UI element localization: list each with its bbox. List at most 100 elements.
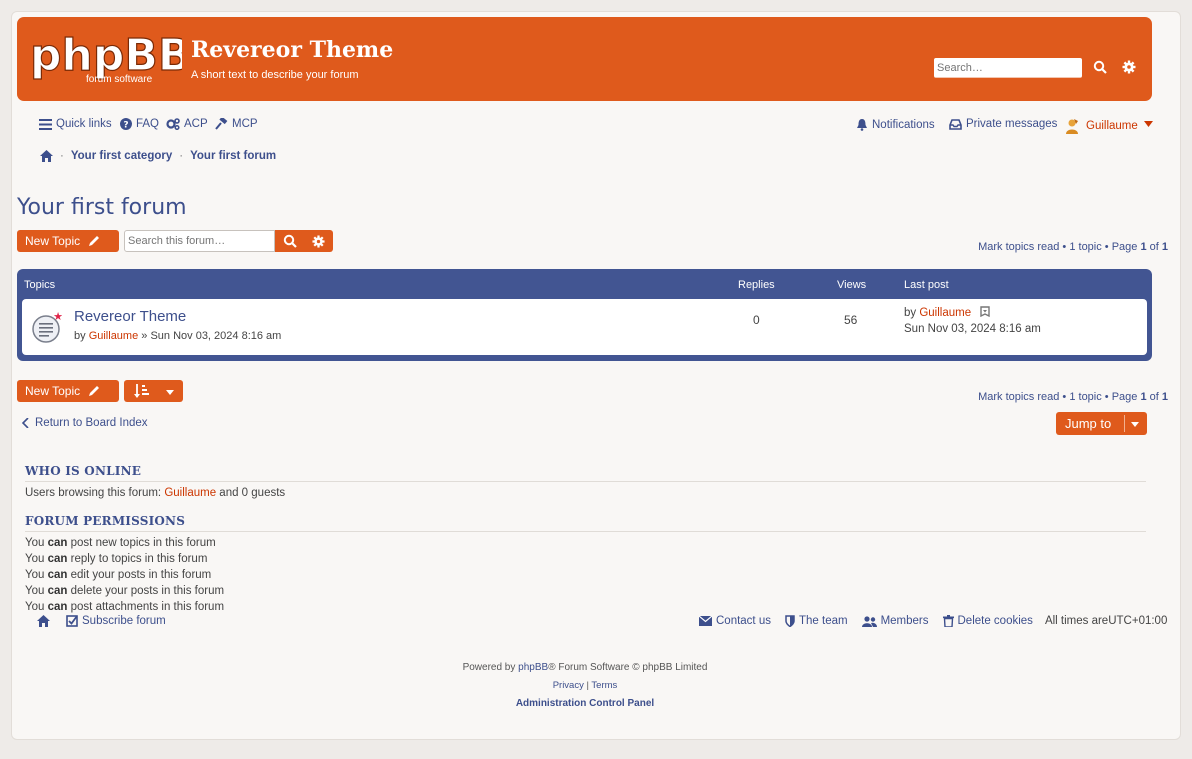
new-topic-button-bottom[interactable]: New Topic [17, 380, 119, 402]
divider [25, 481, 1146, 482]
times-prefix: All times are [1044, 615, 1109, 627]
delete-cookies-link[interactable]: Delete cookies [958, 615, 1033, 627]
search-icon[interactable] [1093, 60, 1107, 74]
topic-views: 56 [844, 313, 858, 327]
user-menu[interactable]: Guillaume [1064, 118, 1153, 134]
last-post-author-link[interactable]: Guillaume [919, 307, 971, 319]
permission-line: You can edit your posts in this forum [25, 569, 212, 581]
caret-down-icon [166, 390, 174, 395]
privacy-link[interactable]: Privacy [553, 680, 584, 691]
legal-links: Privacy | Terms [0, 680, 1170, 691]
page-title[interactable]: Your first forum [17, 195, 187, 220]
breadcrumb: · Your first category · Your first forum [27, 150, 276, 162]
advanced-search-gear-icon[interactable] [1122, 60, 1136, 74]
header-replies: Replies [738, 279, 775, 291]
permission-line: You can post new topics in this forum [25, 537, 216, 549]
the-team-link[interactable]: The team [799, 615, 848, 627]
forum-search-button[interactable] [275, 230, 304, 252]
permission-line: You can delete your posts in this forum [25, 585, 225, 597]
powered-prefix: Powered by [462, 662, 519, 673]
pagination-text[interactable]: Mark topics read • 1 topic • Page [978, 241, 1140, 253]
header-topics: Topics [24, 279, 56, 291]
topic-unread-icon: ★ [32, 311, 62, 343]
svg-text:?: ? [123, 121, 128, 131]
online-user-link[interactable]: Guillaume [164, 487, 216, 499]
topic-author-link[interactable]: Guillaume [89, 330, 139, 342]
powered-suffix: ® Forum Software © phpBB Limited [548, 662, 708, 673]
jump-to-label: Jump to [1065, 416, 1112, 431]
timezone-value: UTC+01:00 [1108, 615, 1168, 627]
online-suffix: and 0 guests [216, 487, 286, 499]
jump-divider [1124, 415, 1125, 432]
svg-text:★: ★ [53, 311, 62, 323]
faq-label: FAQ [136, 118, 160, 130]
pencil-icon [89, 386, 100, 396]
gear-icon [312, 234, 325, 248]
acp-link[interactable]: ACP [166, 118, 208, 130]
pagination-bottom: Mark topics read • 1 topic • Page 1 of 1 [978, 391, 1168, 403]
page-total: 1 [1161, 241, 1168, 253]
caret-down-icon [1143, 121, 1153, 127]
home-icon[interactable] [40, 150, 53, 162]
permissions-heading: FORUM PERMISSIONS [25, 514, 186, 528]
bell-icon [857, 119, 867, 131]
last-post-by: by [904, 307, 920, 319]
acp-label: ACP [184, 118, 208, 130]
navbar: Quick links ? FAQ ACP MCP Notifications … [27, 118, 1157, 138]
topic-date: Sun Nov 03, 2024 8:16 am [150, 330, 282, 342]
jump-to-dropdown[interactable]: Jump to [1056, 412, 1147, 435]
who-is-online-heading[interactable]: WHO IS ONLINE [25, 464, 141, 478]
avatar [1066, 119, 1078, 134]
chevron-left-icon [21, 418, 29, 428]
pencil-icon [89, 236, 100, 246]
private-messages-label: Private messages [966, 118, 1058, 130]
copyright: Powered by phpBB® Forum Software © phpBB… [0, 662, 1170, 673]
pagination-top: Mark topics read • 1 topic • Page 1 of 1 [978, 241, 1168, 253]
header-search-input[interactable] [934, 58, 1082, 78]
home-icon[interactable] [37, 615, 50, 627]
site-logo[interactable]: phpBB forum software [30, 30, 182, 86]
subscribe-forum-link[interactable]: Subscribe forum [82, 615, 166, 627]
breadcrumb-forum[interactable]: Your first forum [190, 150, 276, 162]
view-latest-post-icon[interactable] [980, 306, 991, 318]
terms-link[interactable]: Terms [591, 680, 617, 691]
site-header: phpBB forum software Revereor Theme A sh… [17, 17, 1152, 101]
members-link[interactable]: Members [881, 615, 929, 627]
site-title: Revereor Theme [191, 37, 394, 63]
return-to-index-link[interactable]: Return to Board Index [21, 417, 148, 429]
topic-title-link[interactable]: Revereor Theme [74, 308, 186, 325]
header-last-post: Last post [904, 279, 949, 291]
sort-options-dropdown[interactable] [124, 380, 183, 402]
notifications-label: Notifications [872, 118, 935, 131]
faq-link[interactable]: ? FAQ [120, 118, 159, 130]
shield-icon [785, 615, 795, 627]
topic-meta: by Guillaume » Sun Nov 03, 2024 8:16 am [74, 330, 281, 342]
question-circle-icon: ? [120, 118, 132, 130]
notifications-link[interactable]: Notifications [856, 118, 935, 131]
admin-control-panel-link[interactable]: Administration Control Panel [516, 698, 654, 709]
topics-table: Topics Replies Views Last post ★ Revereo… [17, 269, 1152, 361]
checkbox-icon [66, 615, 78, 627]
table-row: ★ Revereor Theme by Guillaume » Sun Nov … [22, 299, 1147, 355]
header-views: Views [837, 279, 867, 291]
breadcrumb-separator: · [60, 150, 64, 162]
breadcrumb-separator: · [179, 150, 184, 162]
forum-advanced-search-button[interactable] [304, 230, 333, 252]
mcp-link[interactable]: MCP [215, 118, 258, 130]
pagination-text[interactable]: Mark topics read • 1 topic • Page [978, 391, 1140, 403]
breadcrumb-category[interactable]: Your first category [71, 150, 172, 162]
new-topic-button[interactable]: New Topic [17, 230, 119, 252]
footer-left: Subscribe forum [37, 615, 166, 627]
gavel-icon [215, 118, 228, 130]
who-is-online-text: Users browsing this forum: Guillaume and… [25, 487, 285, 499]
private-messages-link[interactable]: Private messages [949, 118, 1057, 130]
permission-line: You can post attachments in this forum [25, 601, 225, 613]
page-total: 1 [1161, 391, 1168, 403]
forum-search-input[interactable] [124, 230, 275, 252]
contact-us-link[interactable]: Contact us [716, 615, 771, 627]
return-label: Return to Board Index [35, 417, 148, 429]
logo-tagline: forum software [86, 74, 153, 85]
quick-links-menu[interactable]: Quick links [39, 118, 112, 130]
topic-by: by [74, 330, 89, 342]
phpbb-link[interactable]: phpBB [518, 662, 548, 673]
